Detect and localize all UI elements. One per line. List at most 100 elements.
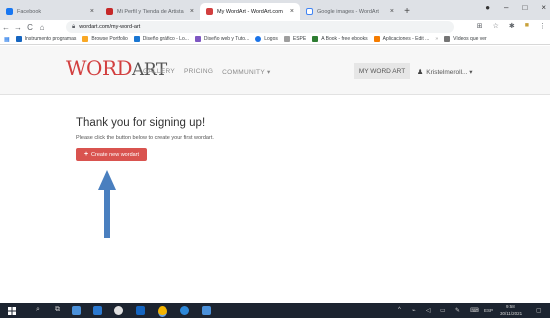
bookmark-favicon-icon	[15, 36, 22, 42]
bookmark-item[interactable]: Diseño web y Tuto...	[194, 36, 250, 42]
arrow-up-icon	[98, 170, 116, 238]
bookmark-item[interactable]: Logos	[255, 36, 278, 42]
chrome-icon[interactable]	[158, 306, 167, 317]
show-hidden-icons-icon[interactable]: ^	[398, 307, 401, 313]
browser-tab-facebook[interactable]: Facebook ×	[0, 3, 100, 20]
bookmark-item[interactable]: A Book - free ebooks	[312, 36, 368, 42]
app-icon[interactable]	[202, 306, 211, 315]
close-window-icon[interactable]: ×	[541, 3, 546, 12]
bookmark-label: Aplicaciones - Edit ...	[382, 36, 430, 42]
close-tab-icon[interactable]: ×	[90, 8, 94, 15]
new-tab-button[interactable]: +	[400, 3, 414, 20]
lock-icon: 🔒︎	[72, 23, 76, 30]
google-icon	[306, 8, 313, 15]
battery-icon[interactable]: ▭	[440, 307, 446, 314]
address-toolbar: ← → C ⌂ 🔒︎ wordart.com/my-word-art ⊞ ☆ ✱…	[0, 20, 550, 34]
bookmark-label: Instrumento programas	[24, 36, 77, 42]
browser-tab-wordart[interactable]: My WordArt - WordArt.com ×	[200, 3, 300, 20]
close-tab-icon[interactable]: ×	[290, 8, 294, 15]
tab-title: My WordArt - WordArt.com	[217, 8, 283, 15]
minimize-icon[interactable]: –	[504, 3, 508, 12]
bookmark-label: Logos	[264, 36, 278, 42]
folder-icon	[444, 36, 451, 42]
extension-icon[interactable]: ■	[525, 22, 529, 30]
facebook-icon	[6, 8, 13, 15]
pen-icon[interactable]: ✎	[455, 307, 460, 314]
tab-title: Google images - WordArt	[317, 8, 379, 15]
keyboard-icon[interactable]: ⌨	[470, 307, 479, 314]
profile-icon[interactable]: ●	[485, 3, 490, 12]
bookmark-item[interactable]: Browse Portfolio	[82, 36, 128, 42]
url-bar[interactable]: 🔒︎ wordart.com/my-word-art	[66, 21, 454, 33]
plus-icon: +	[83, 151, 89, 158]
bookmark-item[interactable]: ESPE	[283, 36, 307, 42]
create-new-wordart-button[interactable]: + Create new wordart	[76, 148, 147, 161]
translate-icon[interactable]: ⊞	[477, 22, 483, 30]
network-icon[interactable]: ⌁	[412, 307, 416, 314]
user-icon: ♟	[417, 69, 424, 76]
app-icon[interactable]	[136, 306, 145, 315]
maximize-icon[interactable]: □	[522, 3, 527, 12]
notifications-icon[interactable]: ▢	[536, 307, 542, 314]
nav-gallery[interactable]: GALLERY	[143, 68, 175, 76]
bookmark-item[interactable]: Aplicaciones - Edit ...	[373, 36, 430, 42]
my-word-art-button[interactable]: MY WORD ART	[354, 63, 410, 79]
bookmark-label: A Book - free ebooks	[321, 36, 368, 42]
bookmarks-bar: ▦ Instrumento programas Browse Portfolio…	[0, 34, 550, 45]
bookmark-favicon-icon	[312, 36, 319, 42]
bookmark-favicon-icon	[194, 36, 201, 42]
url-text: wordart.com/my-word-art	[79, 24, 141, 30]
user-menu[interactable]: ♟ Kristelmeroll... ▾	[417, 68, 473, 76]
volume-icon[interactable]: ◁	[426, 307, 431, 314]
home-icon[interactable]: ⌂	[36, 23, 48, 32]
bookmark-favicon-icon	[133, 36, 140, 42]
apps-icon[interactable]: ▦	[4, 36, 10, 43]
bookmark-favicon-icon	[82, 36, 89, 42]
close-tab-icon[interactable]: ×	[390, 8, 394, 15]
windows-start-icon[interactable]	[8, 307, 16, 315]
windows-taskbar: ⌕ ⧉ ^ ⌁ ◁ ▭ ✎ ⌨ ESP 9:58 30/11/2021 ▢	[0, 303, 550, 318]
nav-pricing[interactable]: PRICING	[184, 68, 213, 76]
main-nav: GALLERY PRICING COMMUNITY ▾	[143, 68, 271, 76]
clock-time[interactable]: 9:58	[506, 304, 515, 309]
extension-icon[interactable]: ✱	[509, 22, 515, 30]
reload-icon[interactable]: C	[24, 23, 36, 32]
bookmark-item[interactable]: Vídeos que ver	[444, 36, 487, 42]
close-tab-icon[interactable]: ×	[190, 8, 194, 15]
wordart-favicon-icon	[206, 8, 213, 15]
language-indicator[interactable]: ESP	[484, 308, 493, 313]
extensions-area: ⊞ ☆ ✱ ■ ⋮	[477, 22, 546, 30]
browser-tab-bar: Facebook × Mi Perfil y Tienda de Artista…	[0, 0, 550, 20]
bookmark-favicon-icon	[373, 36, 380, 42]
tab-title: Mi Perfil y Tienda de Artista	[117, 8, 184, 15]
site-header: WORDART GALLERY PRICING COMMUNITY ▾ MY W…	[0, 46, 550, 95]
file-explorer-icon[interactable]	[72, 306, 81, 315]
clock-date[interactable]: 30/11/2021	[500, 311, 522, 316]
media-player-icon[interactable]	[114, 306, 123, 315]
bookmark-item[interactable]: Diseño gráfico - Lo...	[133, 36, 189, 42]
browser-tab-google[interactable]: Google images - WordArt ×	[300, 3, 400, 20]
bookmark-item[interactable]: Instrumento programas	[15, 36, 77, 42]
bookmark-favicon-icon	[283, 36, 290, 42]
more-bookmarks-icon[interactable]: »	[435, 36, 438, 42]
bookmark-label: Diseño web y Tuto...	[203, 36, 250, 42]
forward-icon[interactable]: →	[12, 23, 24, 32]
back-icon[interactable]: ←	[0, 23, 12, 32]
task-view-icon[interactable]: ⧉	[55, 306, 60, 314]
bookmark-label: Browse Portfolio	[91, 36, 128, 42]
store-icon[interactable]	[93, 306, 102, 315]
search-icon[interactable]: ⌕	[36, 306, 40, 314]
site-favicon-icon	[106, 8, 113, 15]
menu-icon[interactable]: ⋮	[539, 22, 546, 30]
user-name: Kristelmeroll... ▾	[426, 69, 473, 76]
nav-community[interactable]: COMMUNITY ▾	[222, 68, 270, 76]
bookmark-label: ESPE	[292, 36, 307, 42]
star-bookmark-icon[interactable]: ☆	[493, 22, 499, 30]
page-title: Thank you for signing up!	[76, 117, 206, 129]
bookmark-favicon-icon	[255, 36, 262, 42]
edge-icon[interactable]	[180, 306, 189, 315]
bookmark-label: Diseño gráfico - Lo...	[142, 36, 189, 42]
bookmark-label: Vídeos que ver	[453, 36, 487, 42]
tab-title: Facebook	[17, 8, 42, 15]
browser-tab-profile[interactable]: Mi Perfil y Tienda de Artista ×	[100, 3, 200, 20]
